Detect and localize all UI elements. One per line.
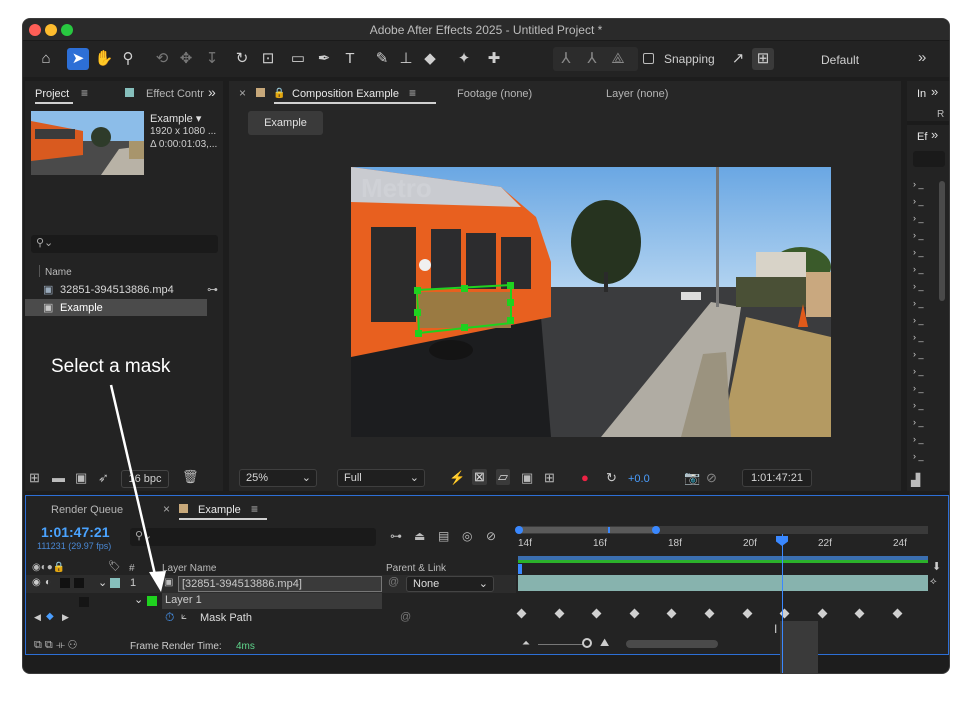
annotation-arrow [109, 384, 166, 592]
app-window: Adobe After Effects 2025 - Untitled Proj… [22, 18, 950, 674]
annotation-text: Select a mask [51, 356, 171, 377]
